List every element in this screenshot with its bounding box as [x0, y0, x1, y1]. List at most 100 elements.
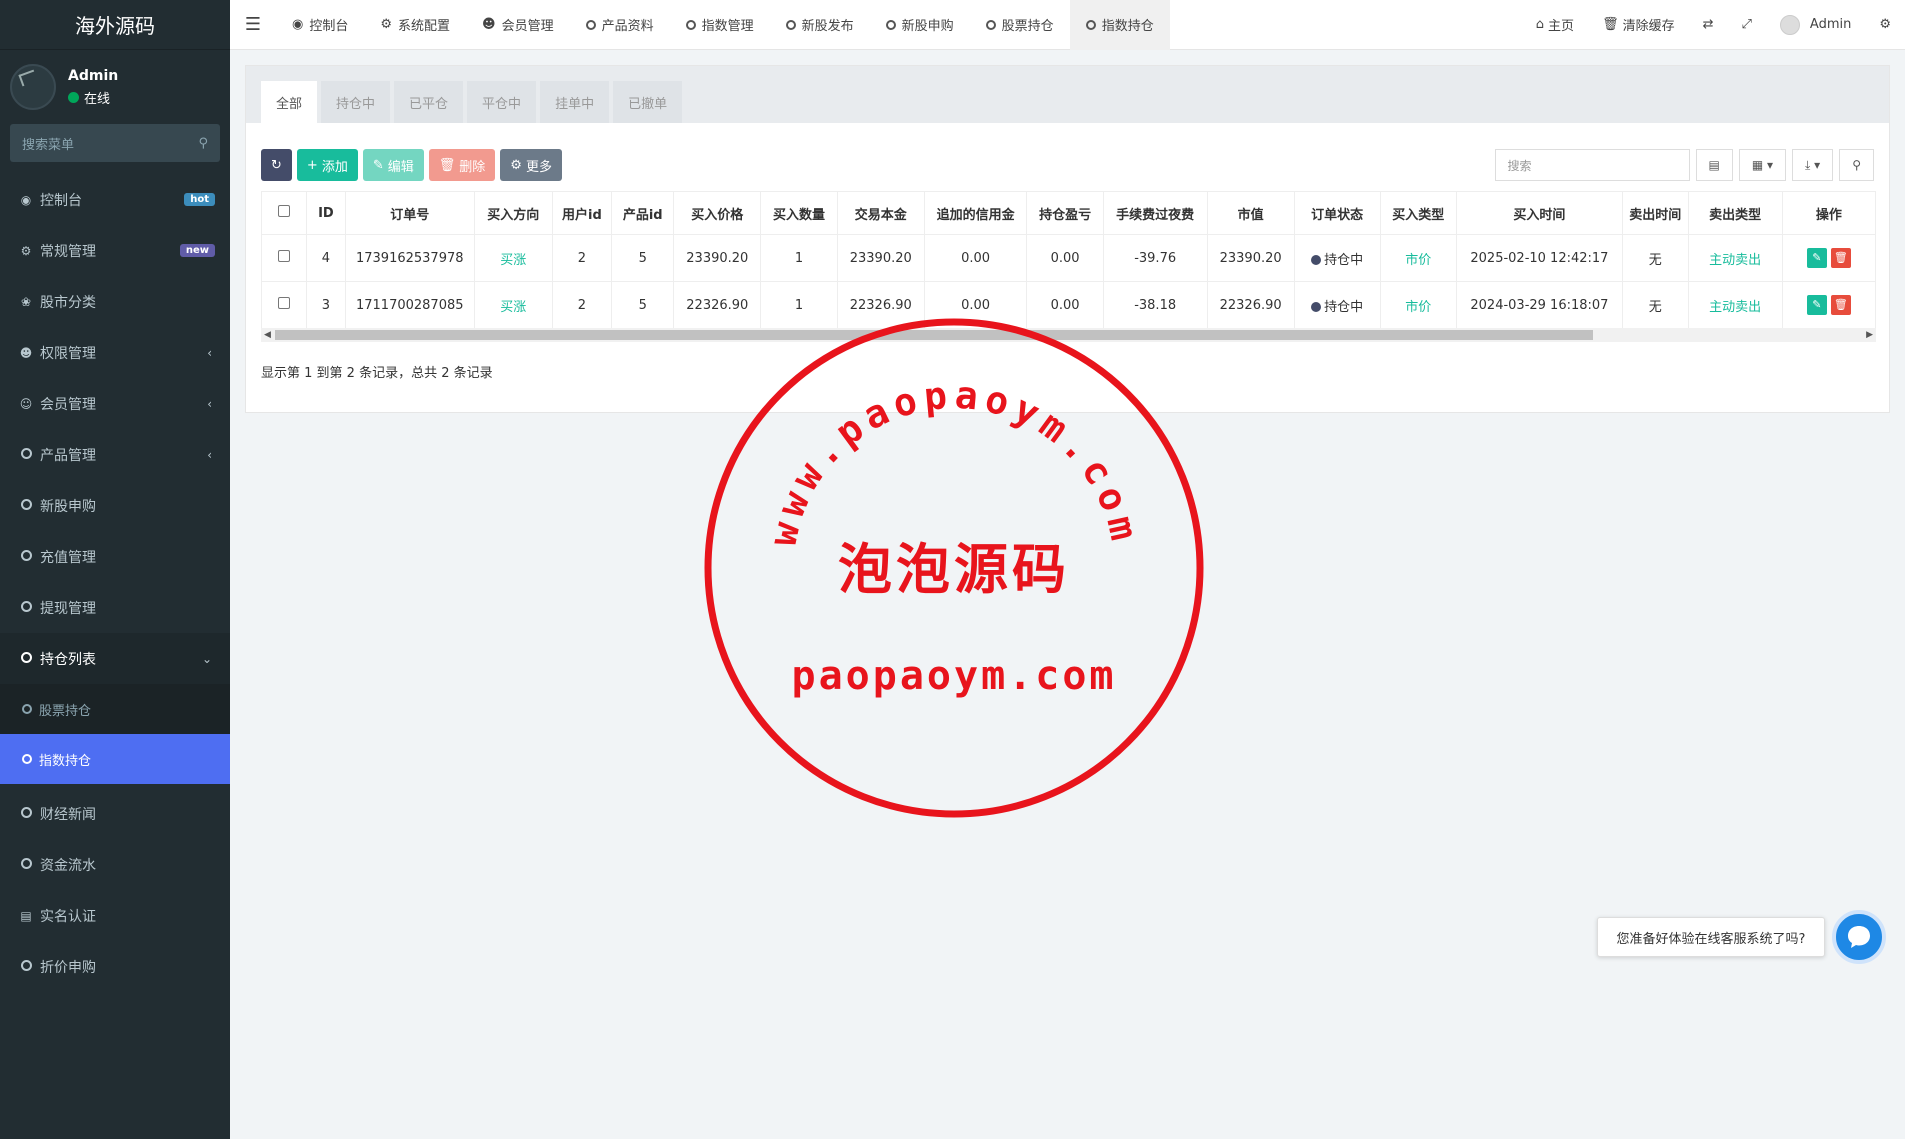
tab-pending[interactable]: 挂单中 [540, 81, 610, 123]
sidebar-subitem-index-positions[interactable]: 指数持仓 [0, 734, 230, 784]
col-buy-time[interactable]: 买入时间 [1455, 191, 1623, 235]
sidebar-item-stock-category[interactable]: ❀ 股市分类 [0, 276, 230, 327]
tab-ipo-publish[interactable]: 新股发布 [770, 0, 870, 50]
col-principal[interactable]: 交易本金 [836, 191, 925, 235]
tab-index-mgmt[interactable]: 指数管理 [670, 0, 770, 50]
col-credit[interactable]: 追加的信用金 [923, 191, 1028, 235]
dashboard-icon: ◉ [292, 17, 304, 32]
tab-index-positions[interactable]: 指数持仓 [1069, 0, 1170, 50]
cogs-icon: ⚙ [20, 243, 32, 258]
sidebar-item-kyc[interactable]: ▤ 实名认证 [0, 890, 230, 941]
tab-system-config[interactable]: ⚙ 系统配置 [364, 0, 466, 50]
edit-row-icon[interactable]: ✎ [1806, 295, 1827, 315]
clear-cache-button[interactable]: 🗑 清除缓存 [1588, 15, 1689, 34]
col-price[interactable]: 买入价格 [673, 191, 762, 235]
select-all-checkbox[interactable] [260, 191, 308, 235]
col-user-id[interactable]: 用户id [551, 191, 613, 235]
sidebar-item-members[interactable]: ☺ 会员管理 ‹ [0, 378, 230, 429]
add-button[interactable]: + 添加 [296, 149, 358, 181]
sidebar-item-news[interactable]: 财经新闻 [0, 788, 230, 839]
tab-closed[interactable]: 已平仓 [394, 81, 464, 123]
row-checkbox[interactable] [260, 281, 308, 329]
stamp-center-text: 泡泡源码 [838, 537, 1070, 601]
circle-icon [985, 19, 996, 30]
delete-row-icon[interactable]: 🗑 [1830, 248, 1851, 268]
more-button[interactable]: ⚙ 更多 [500, 149, 562, 181]
credit-card-icon: ▤ [20, 908, 32, 923]
delete-button[interactable]: 🗑 删除 [428, 149, 496, 181]
admin-menu[interactable]: Admin [1766, 14, 1865, 35]
chat-prompt[interactable]: 您准备好体验在线客服系统了吗? [1597, 917, 1825, 957]
circle-icon [685, 19, 696, 30]
tab-closing[interactable]: 平仓中 [467, 81, 537, 123]
tab-cancelled[interactable]: 已撤单 [613, 81, 683, 123]
translate-icon[interactable]: ⇄ [1689, 17, 1728, 32]
tab-stock-positions[interactable]: 股票持仓 [970, 0, 1070, 50]
delete-row-icon[interactable]: 🗑 [1830, 295, 1851, 315]
new-badge: new [179, 244, 215, 257]
status-dot-icon [1311, 254, 1322, 265]
tab-members[interactable]: ☻ 会员管理 [466, 0, 570, 50]
col-status[interactable]: 订单状态 [1293, 191, 1381, 235]
col-sell-time[interactable]: 卖出时间 [1621, 191, 1689, 235]
tab-holding[interactable]: 持仓中 [321, 81, 391, 123]
tab-dashboard[interactable]: ◉ 控制台 [276, 0, 364, 50]
col-pnl[interactable]: 持仓盈亏 [1026, 191, 1104, 235]
download-icon: ⤓ ▾ [1805, 157, 1821, 172]
col-order[interactable]: 订单号 [344, 191, 475, 235]
col-id[interactable]: ID [306, 191, 346, 235]
edit-button[interactable]: ✎ 编辑 [362, 149, 424, 181]
circle-icon [885, 19, 896, 30]
tab-products[interactable]: 产品资料 [570, 0, 670, 50]
menu-search-input[interactable]: 搜索菜单 ⚲ [10, 124, 220, 162]
row-checkbox[interactable] [260, 234, 308, 282]
sidebar-item-permissions[interactable]: ☻ 权限管理 ‹ [0, 327, 230, 378]
search-icon: ⚲ [1852, 158, 1861, 172]
sidebar-item-ipo[interactable]: 新股申购 [0, 480, 230, 531]
columns-button[interactable]: ▦ ▾ [1738, 149, 1787, 181]
tab-ipo-subscribe[interactable]: 新股申购 [870, 0, 970, 50]
user-circle-icon: ☺ [19, 396, 33, 411]
sidebar-item-general[interactable]: ⚙ 常规管理 new [0, 225, 230, 276]
hot-badge: hot [184, 193, 215, 206]
sidebar-item-discount[interactable]: 折价申购 [0, 941, 230, 992]
scroll-left-icon[interactable]: ◀ [264, 328, 271, 342]
horizontal-scrollbar[interactable]: ◀ ▶ [261, 328, 1876, 342]
search-icon: ⚲ [198, 135, 208, 151]
user-panel: Admin 在线 [0, 50, 230, 124]
col-buy-type[interactable]: 买入类型 [1379, 191, 1457, 235]
pencil-icon: ✎ [372, 157, 384, 173]
menu-toggle-icon[interactable]: ☰ [230, 14, 276, 35]
table-row[interactable]: 3 1711700287085 买涨 2 5 22326.90 1 22326.… [260, 281, 1877, 329]
sidebar-item-dashboard[interactable]: ◉ 控制台 hot [0, 174, 230, 225]
settings-icon[interactable]: ⚙ [1865, 17, 1905, 32]
sidebar-item-recharge[interactable]: 充值管理 [0, 531, 230, 582]
col-product-id[interactable]: 产品id [611, 191, 675, 235]
fullscreen-icon[interactable]: ⤢ [1728, 17, 1766, 32]
col-sell-type[interactable]: 卖出类型 [1687, 191, 1783, 235]
table-row[interactable]: 4 1739162537978 买涨 2 5 23390.20 1 23390.… [260, 234, 1877, 282]
search-button[interactable]: ⚲ [1839, 149, 1874, 181]
sidebar-item-withdraw[interactable]: 提现管理 [0, 582, 230, 633]
refresh-button[interactable]: ↻ [261, 149, 292, 181]
export-button[interactable]: ⤓ ▾ [1792, 149, 1834, 181]
sidebar-item-positions[interactable]: 持仓列表 ⌄ [0, 633, 230, 684]
circle-icon [585, 19, 596, 30]
sidebar-subitem-stock-positions[interactable]: 股票持仓 [0, 684, 230, 734]
logo[interactable]: 海外源码 [0, 0, 230, 50]
toggle-view-button[interactable]: ▤ [1695, 149, 1733, 181]
edit-row-icon[interactable]: ✎ [1806, 248, 1827, 268]
table-search-input[interactable]: 搜索 [1494, 149, 1690, 181]
sidebar-item-products[interactable]: 产品管理 ‹ [0, 429, 230, 480]
col-fee[interactable]: 手续费过夜费 [1102, 191, 1208, 235]
scrollbar-thumb[interactable] [275, 330, 1593, 340]
col-qty[interactable]: 买入数量 [760, 191, 838, 235]
sidebar-item-cashflow[interactable]: 资金流水 [0, 839, 230, 890]
status-badge: 持仓中 [1293, 234, 1381, 282]
col-direction[interactable]: 买入方向 [474, 191, 553, 235]
home-link[interactable]: ⌂ 主页 [1522, 15, 1588, 34]
scroll-right-icon[interactable]: ▶ [1866, 328, 1873, 342]
col-market-value[interactable]: 市值 [1206, 191, 1295, 235]
chat-icon[interactable] [1832, 910, 1886, 964]
tab-all[interactable]: 全部 [261, 81, 318, 123]
